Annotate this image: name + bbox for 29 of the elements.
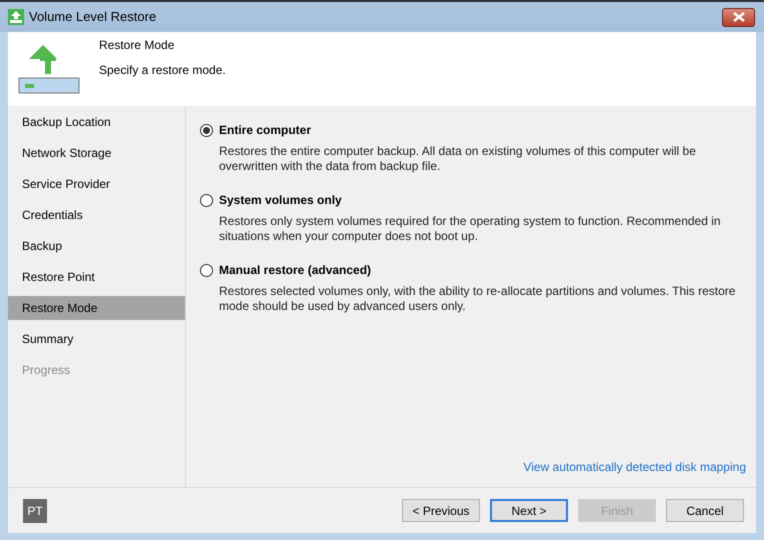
sidebar-item[interactable]: Summary	[8, 327, 185, 351]
close-button[interactable]	[722, 8, 755, 26]
radio-option[interactable]: System volumes only	[200, 191, 746, 209]
sidebar-item[interactable]: Restore Mode	[8, 296, 185, 320]
sidebar-item[interactable]: Backup Location	[8, 110, 185, 134]
sidebar-item[interactable]: Network Storage	[8, 141, 185, 165]
close-icon	[732, 12, 744, 22]
wizard-button[interactable]: Cancel	[666, 499, 744, 522]
option-description: Restores the entire computer backup. All data on existing volumes of this computer will be overwritten with the data from backup file.	[219, 144, 697, 174]
wizard-button[interactable]: Next >	[490, 499, 568, 522]
header-title: Restore Mode	[99, 37, 176, 54]
radio-button[interactable]	[200, 124, 213, 136]
option-description: Restores selected volumes only, with the ability to re-allocate partitions and volumes. This restore mode should be used by advanced users only.	[219, 284, 736, 314]
disk-mapping-link[interactable]: View automatically detected disk mapping	[523, 458, 746, 476]
sidebar-item[interactable]: Backup	[8, 234, 185, 258]
sidebar-item[interactable]: Service Provider	[8, 172, 185, 196]
sidebar-item[interactable]: Restore Point	[8, 265, 185, 289]
radio-button[interactable]	[200, 194, 213, 206]
option-description: Restores only system volumes required for the operating system to function. Recommended in situations when your computer does not boot up.	[219, 214, 722, 244]
restore-illustration-icon	[18, 43, 80, 95]
radio-option[interactable]: Entire computer	[200, 121, 746, 139]
sidebar-item[interactable]: Credentials	[8, 203, 185, 227]
pt-badge: PT	[23, 498, 47, 522]
wizard-button[interactable]: < Previous	[402, 499, 480, 522]
header-subtitle: Specify a restore mode.	[99, 62, 226, 79]
window-title: Volume Level Restore	[29, 8, 156, 26]
radio-option[interactable]: Manual restore (advanced)	[200, 261, 746, 279]
restore-icon	[8, 9, 24, 25]
radio-button[interactable]	[200, 264, 213, 276]
